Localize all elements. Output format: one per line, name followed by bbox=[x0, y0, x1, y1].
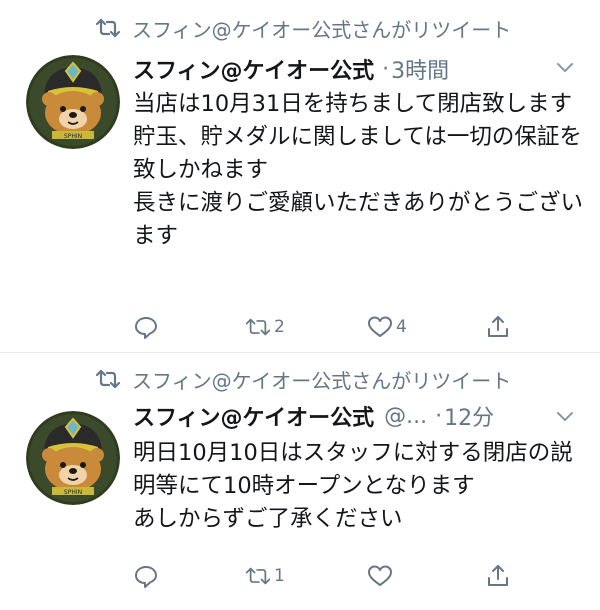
timestamp[interactable]: 3時間 bbox=[391, 53, 449, 85]
handle[interactable]: @... bbox=[384, 404, 427, 429]
retweet-icon bbox=[95, 18, 121, 38]
timestamp[interactable]: 12分 bbox=[444, 400, 494, 432]
tweet-actions: 1 bbox=[133, 561, 513, 591]
svg-text:SPHIN: SPHIN bbox=[64, 133, 82, 140]
retweet-icon bbox=[95, 369, 121, 389]
chevron-down-icon[interactable] bbox=[556, 62, 574, 74]
svg-text:SPHIN: SPHIN bbox=[64, 489, 82, 496]
retweet-context-text: スフィン@ケイオー公式さんがリツイート bbox=[132, 17, 512, 42]
retweet-context: スフィン@ケイオー公式さんがリツイート bbox=[94, 365, 511, 393]
reply-icon bbox=[135, 317, 157, 339]
chevron-down-icon[interactable] bbox=[556, 411, 574, 423]
separator-dot: · bbox=[382, 56, 390, 82]
like-icon bbox=[368, 565, 392, 586]
display-name[interactable]: スフィン@ケイオー公式 bbox=[133, 400, 374, 432]
tweet-text: 当店は10月31日を持ちまして閉店致します 貯玉、貯メダルに関しましては一切の保… bbox=[133, 91, 584, 249]
like-icon bbox=[368, 316, 392, 337]
separator-dot: · bbox=[435, 403, 443, 429]
reply-button[interactable] bbox=[133, 312, 162, 342]
share-icon bbox=[488, 316, 508, 337]
retweet-button[interactable]: 1 bbox=[245, 561, 285, 591]
retweet-button[interactable]: 2 bbox=[245, 312, 285, 342]
retweet-icon bbox=[245, 567, 271, 585]
like-button[interactable]: 4 bbox=[367, 312, 407, 342]
retweet-count: 1 bbox=[274, 566, 285, 586]
like-count: 4 bbox=[396, 317, 407, 337]
reply-icon bbox=[135, 566, 157, 588]
like-button[interactable] bbox=[367, 561, 396, 591]
share-icon bbox=[488, 565, 508, 586]
tweet-header: スフィン@ケイオー公式 · 3時間 bbox=[133, 53, 449, 85]
retweet-count: 2 bbox=[274, 317, 285, 337]
share-button[interactable] bbox=[485, 561, 511, 591]
reply-button[interactable] bbox=[133, 561, 162, 591]
tweet-header: スフィン@ケイオー公式 @... · 12分 bbox=[133, 400, 494, 432]
tweet-actions: 2 4 bbox=[133, 312, 513, 342]
avatar[interactable]: SPHIN bbox=[26, 55, 120, 149]
tweet-text: 明日10月10日はスタッフに対する閉店の説明等にて10時オープンとなります あし… bbox=[133, 440, 573, 532]
tweet[interactable]: スフィン@ケイオー公式さんがリツイート SPHIN スフィン@ケイオー公式 · … bbox=[0, 0, 600, 352]
tweet[interactable]: スフィン@ケイオー公式さんがリツイート SPHIN スフィン@ケイオー公式 @.… bbox=[0, 352, 600, 610]
retweet-context-text: スフィン@ケイオー公式さんがリツイート bbox=[132, 368, 512, 393]
share-button[interactable] bbox=[485, 312, 511, 342]
retweet-icon bbox=[245, 318, 271, 336]
display-name[interactable]: スフィン@ケイオー公式 bbox=[133, 53, 374, 85]
avatar[interactable]: SPHIN bbox=[26, 411, 120, 505]
retweet-context: スフィン@ケイオー公式さんがリツイート bbox=[94, 14, 511, 42]
